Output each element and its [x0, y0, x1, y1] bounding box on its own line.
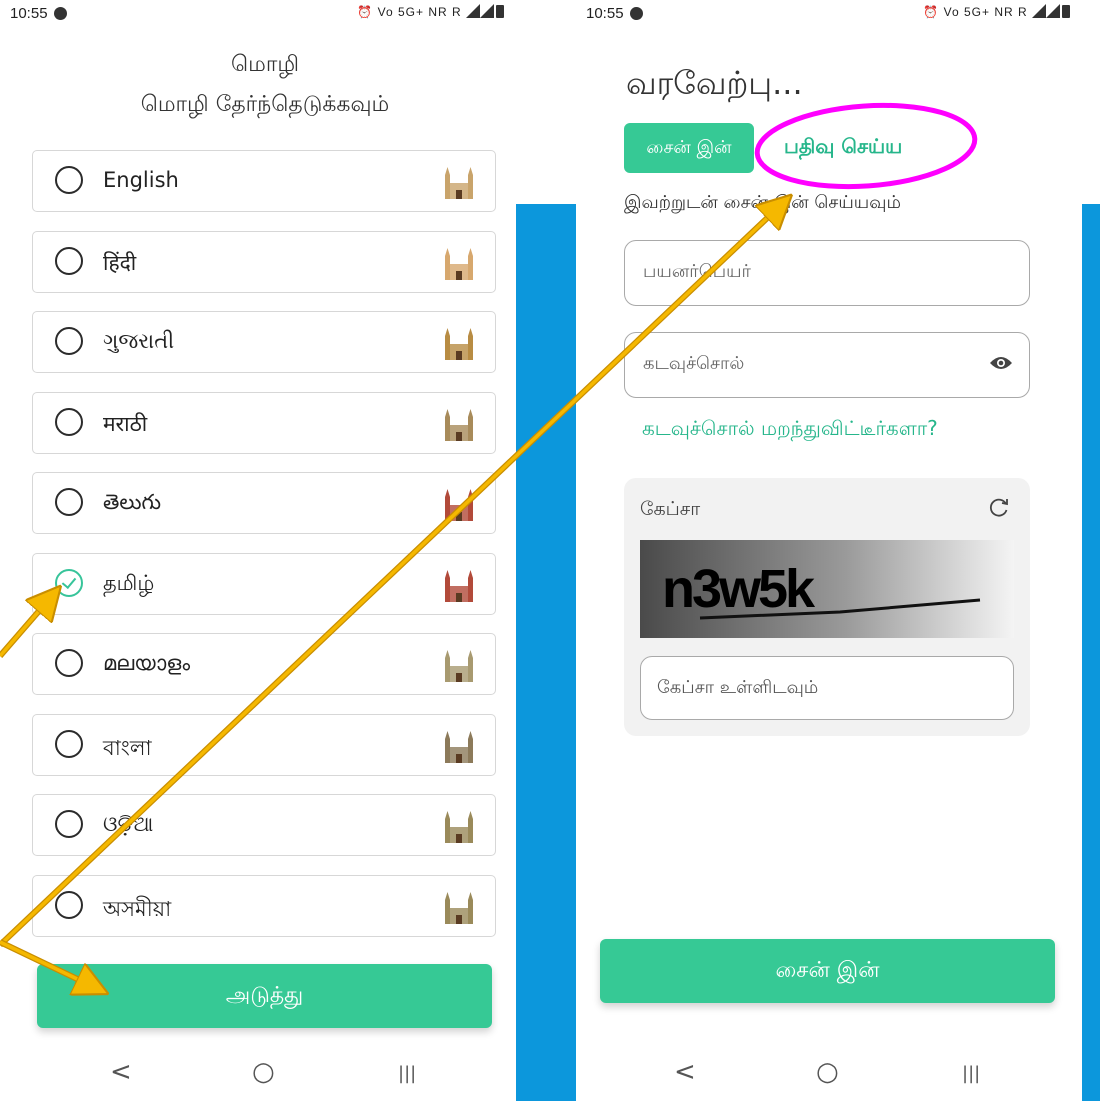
background-blue-middle — [516, 204, 576, 1101]
tab-sign-in[interactable]: சைன் இன் — [624, 123, 754, 173]
status-bar: 10:55 ⏰ Vo 5G+ NR R — [0, 0, 516, 36]
language-label: ଓଡ଼ିଆ — [103, 812, 154, 836]
india-gate-icon — [445, 247, 473, 280]
language-label: English — [103, 168, 179, 192]
language-label: অসমীয়া — [103, 896, 172, 921]
forgot-password-link[interactable]: கடவுச்சொல் மறந்துவிட்டீர்களா? — [642, 416, 938, 443]
radio-unchecked-icon[interactable] — [55, 166, 83, 194]
tower-bridge-icon — [445, 167, 473, 199]
welcome-title: வரவேற்பு... — [626, 64, 803, 102]
signal-icon — [466, 4, 480, 18]
status-icons: ⏰ Vo 5G+ NR R — [923, 4, 1070, 19]
page-title: மொழி — [231, 52, 299, 77]
navigation-bar: < ○ ||| — [0, 1045, 516, 1101]
username-placeholder: பயனர்பெயர் — [643, 261, 751, 282]
app-notification-icon — [53, 7, 67, 20]
language-label: മലയാളം — [103, 651, 191, 675]
language-option[interactable]: తెలుగు — [32, 472, 496, 534]
radio-unchecked-icon[interactable] — [55, 488, 83, 516]
radio-unchecked-icon[interactable] — [55, 810, 83, 838]
show-password-icon[interactable] — [989, 355, 1013, 371]
signal-roaming-icon — [1046, 4, 1060, 18]
alarm-icon: ⏰ — [357, 5, 374, 19]
language-selection-screen: 10:55 ⏰ Vo 5G+ NR R மொழி மொழி தேர்ந்தெடு… — [0, 0, 516, 1101]
language-label: ગુજરાતી — [103, 329, 175, 353]
language-label: বাংলা — [103, 735, 152, 760]
refresh-icon[interactable] — [988, 496, 1010, 518]
home-icon[interactable]: ○ — [816, 1057, 839, 1087]
status-icons: ⏰ Vo 5G+ NR R — [357, 4, 504, 19]
radio-unchecked-icon[interactable] — [55, 327, 83, 355]
captcha-label: கேப்சா — [640, 498, 701, 520]
language-label: हिंदी — [103, 250, 137, 275]
page-subtitle: மொழி தேர்ந்தெடுக்கவும் — [140, 92, 390, 117]
language-option[interactable]: हिंदी — [32, 230, 496, 293]
language-option[interactable]: বাংলা — [32, 713, 496, 776]
language-option[interactable]: मराठी — [32, 391, 496, 454]
recents-icon[interactable]: ||| — [398, 1063, 416, 1084]
radio-checked-icon[interactable] — [55, 568, 83, 597]
captcha-box: கேப்சா n3w5k கேப்சா உள்ளிடவும் — [624, 478, 1030, 736]
victoria-memorial-icon — [445, 730, 473, 763]
password-field[interactable]: கடவுச்சொல் — [624, 332, 1030, 398]
radio-unchecked-icon[interactable] — [55, 649, 83, 677]
status-time: 10:55 — [586, 5, 643, 22]
radio-unchecked-icon[interactable] — [55, 407, 83, 436]
radio-unchecked-icon[interactable] — [55, 246, 83, 275]
captcha-input[interactable]: கேப்சா உள்ளிடவும் — [640, 656, 1014, 720]
gateway-of-india-icon — [445, 408, 473, 441]
language-option[interactable]: தமிழ் — [32, 552, 496, 615]
sign-in-with-label: இவற்றுடன் சைன் இன் செய்யவும் — [624, 192, 901, 213]
next-button[interactable]: அடுத்து — [37, 964, 492, 1028]
network-label: Vo 5G+ NR R — [377, 5, 462, 19]
sign-in-screen: 10:55 ⏰ Vo 5G+ NR R வரவேற்பு... சைன் இன்… — [576, 0, 1082, 1101]
app-notification-icon — [629, 7, 643, 20]
status-time: 10:55 — [10, 5, 67, 22]
password-placeholder: கடவுச்சொல் — [643, 353, 745, 374]
battery-icon — [1062, 5, 1070, 18]
charminar-icon — [445, 489, 473, 521]
chennai-central-icon — [445, 569, 473, 602]
signal-roaming-icon — [480, 4, 494, 18]
tab-register[interactable]: பதிவு செய்ய — [784, 134, 902, 161]
language-option[interactable]: ગુજરાતી — [32, 311, 496, 373]
assam-monument-icon — [445, 891, 473, 924]
recents-icon[interactable]: ||| — [962, 1063, 980, 1084]
language-label: தமிழ் — [103, 570, 155, 595]
back-icon[interactable]: < — [674, 1057, 696, 1087]
captcha-noise-line — [699, 598, 981, 620]
radio-unchecked-icon[interactable] — [55, 890, 83, 919]
kerala-monument-icon — [445, 650, 473, 682]
status-bar: 10:55 ⏰ Vo 5G+ NR R — [576, 0, 1082, 36]
language-label: తెలుగు — [103, 490, 162, 514]
navigation-bar: < ○ ||| — [576, 1045, 1082, 1101]
username-field[interactable]: பயனர்பெயர் — [624, 240, 1030, 306]
alarm-icon: ⏰ — [923, 5, 940, 19]
radio-unchecked-icon[interactable] — [55, 729, 83, 758]
background-blue-right — [1082, 204, 1100, 1101]
battery-icon — [496, 5, 504, 18]
language-option[interactable]: অসমীয়া — [32, 874, 496, 937]
captcha-input-placeholder: கேப்சா உள்ளிடவும் — [657, 677, 819, 698]
language-option[interactable]: മലയാളം — [32, 633, 496, 695]
captcha-image: n3w5k — [640, 540, 1014, 638]
network-label: Vo 5G+ NR R — [943, 5, 1028, 19]
sign-in-button[interactable]: சைன் இன் — [600, 939, 1055, 1003]
signal-icon — [1032, 4, 1046, 18]
back-icon[interactable]: < — [110, 1057, 132, 1087]
language-label: मराठी — [103, 411, 148, 436]
language-option[interactable]: English — [32, 150, 496, 212]
odisha-monument-icon — [445, 811, 473, 843]
language-option[interactable]: ଓଡ଼ିଆ — [32, 794, 496, 856]
home-icon[interactable]: ○ — [252, 1057, 275, 1087]
gujarat-monument-icon — [445, 328, 473, 360]
